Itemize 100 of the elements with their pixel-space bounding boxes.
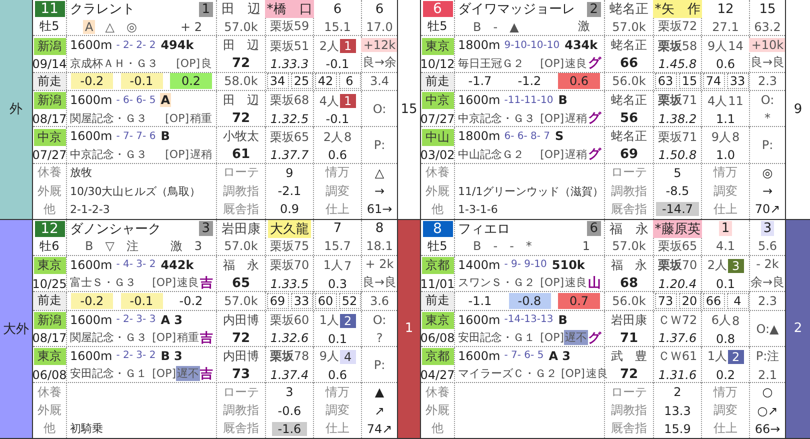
speed-index: 25 [290,73,312,90]
rating-value: 69 [620,147,638,162]
horse-number: 6 [422,1,452,18]
time-difference: -1.7 [467,73,493,90]
odds-rank: 8 [374,221,385,236]
index-value: 13.3 [663,404,692,418]
field-value: 放牧 [70,165,92,180]
time-difference: -0.1 [120,292,162,309]
race-class: [OP] [540,148,564,161]
speed-index: 4 [726,292,748,309]
sex-age: 牡5 [428,18,448,36]
race-name: 安田記念・Ｇ１ [70,366,147,382]
position-label: 大外 [0,220,33,438]
finish-time: 1.38.2 [658,112,697,126]
race-note: 494k [160,38,195,52]
sex-age: 牡6 [40,238,60,255]
race-class: [OP] [176,56,200,70]
horse-number: 11 [34,1,64,18]
race-note: A [160,93,171,108]
time-margin: 0.3 [328,276,348,291]
venue-tag: 中京 [34,128,66,146]
speed-index: 20 [678,292,700,309]
venue-tag: 中京 [422,92,454,110]
race-note: O: [760,93,776,108]
corner-positions: 6- 6- 8- 7 [504,130,550,142]
condition-mark: ○ [762,385,773,400]
odds-rank: 7 [332,221,343,236]
training-result: ＣＷ61 [658,348,698,366]
race-note: 2.1 [756,368,778,382]
track-condition: 速良 [584,366,609,382]
training-result: 栗坂71 [658,92,698,110]
rating-value: 61 [232,147,250,162]
finish-position: 8 [732,314,740,328]
field-label: 情万 [714,384,738,401]
race-date: 09/14 [32,57,67,72]
race-note: S [554,129,565,144]
race-distance: 1600m [70,38,112,52]
finish-position: 8 [732,130,740,144]
race-class: [OP] [165,148,189,161]
odds-value: 17.0 [366,20,393,34]
field-label: 調変 [714,402,738,420]
rating-value: 71 [620,330,638,346]
field-label: 調変 [714,182,738,200]
field-label: 仕上 [714,420,738,438]
race-date: 04/27 [420,368,455,382]
field-value: 2-1-2-3 [70,202,110,216]
race-distance: 1800m [458,38,500,52]
training-result: 栗坂51 [270,38,310,55]
jockey-name: 福 永 [611,256,647,274]
prediction-mark: - [492,239,499,254]
race-note: P:注 [754,348,780,366]
race-name: 関屋記念・Ｇ３ [70,330,147,346]
carried-weight: 57.0k [224,294,258,308]
last-race-label: 前走 [421,292,455,310]
rating-value: 72 [232,330,250,346]
prediction-mark: * [524,239,533,254]
time-margin: -0.1 [326,112,350,126]
horse-name: クラレント [70,1,135,18]
popularity: 2人 [323,128,343,146]
race-class: [OP] [540,276,564,290]
race-note: * [764,111,772,126]
trainer-name: *矢 作 [652,0,702,18]
rank-badge: 6 [586,221,601,236]
index-value: -0.6 [276,404,302,418]
jockey-name: 岩田康 [222,220,260,238]
trainer-mark: 吉 [200,366,213,383]
carried-weight: 57.0k [612,20,646,34]
venue-tag: 東京 [422,38,454,55]
carried-weight: 57.0k [224,239,258,254]
race-note: B [557,312,568,327]
trainer-mark: 山 [588,274,601,292]
track-condition: 良 [200,56,213,71]
track-condition: 遅稍 [564,146,588,162]
training-result: 栗坂60 [270,312,310,329]
finish-position: 1 [340,39,356,54]
field-label: 厩舎指 [611,420,647,438]
time-difference: 0.2 [170,73,212,90]
rating-value: 65 [232,276,250,291]
odds-rank: 6 [374,2,385,17]
venue-tag: 京都 [422,348,454,366]
field-value: 1-3-1-6 [458,202,498,216]
corner-positions: - 2- 3- 2 [116,350,156,362]
corner-positions: - 7- 7- 6 [116,130,156,142]
condition-mark: ○↗ [757,404,778,418]
speed-index: 33 [290,292,312,309]
jockey-name: 蛯名正 [611,128,647,146]
popularity: 9人 [319,348,339,366]
field-label: 外厩 [38,182,62,200]
field-label: 仕上 [326,200,350,218]
field-label: 調教指 [611,402,647,420]
rating-value: 73 [232,366,250,382]
finish-time: 1.32.6 [270,331,309,346]
finish-position: 11 [728,94,744,108]
last-race-label: 前走 [33,292,67,310]
time-difference: 0.6 [558,73,600,90]
race-note: P: [372,138,386,152]
corner-positions: 9-10-10-10 [504,40,560,51]
field-label: 他 [432,200,444,218]
race-class: [OP] [165,112,189,125]
race-note: B [557,93,568,108]
